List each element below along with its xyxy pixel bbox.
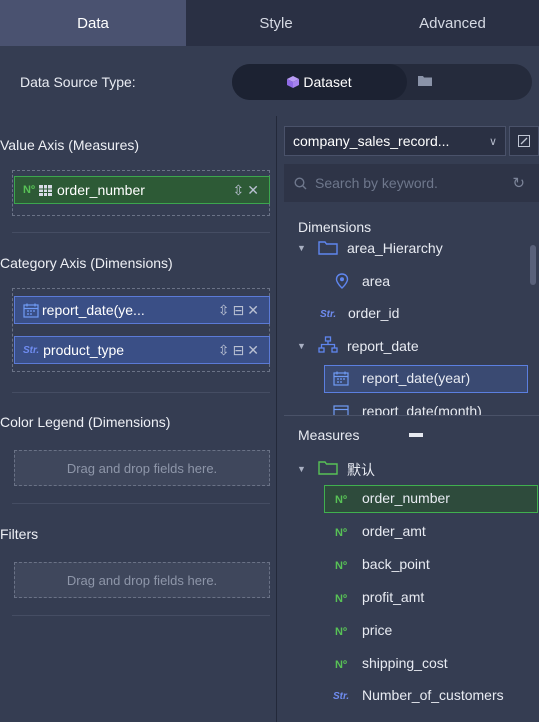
filters-dropzone[interactable]: Drag and drop fields here. <box>14 562 270 598</box>
tab-bar: Data Style Advanced <box>0 0 539 46</box>
remove-icon[interactable]: ✕ <box>247 302 259 319</box>
data-source-row: Data Source Type: Dataset <box>0 46 539 116</box>
field-actions: ⇳ ✕ <box>233 182 259 199</box>
partially-hidden-row: report_date(month) <box>277 399 539 415</box>
dataset-select[interactable]: company_sales_record... ∨ <box>284 126 506 156</box>
value-axis-field[interactable]: Nº order_number ⇳ ✕ <box>14 176 270 204</box>
caret-down-icon[interactable]: ▼ <box>297 341 306 351</box>
tab-data[interactable]: Data <box>0 0 186 46</box>
tree-item-report-date[interactable]: report_date <box>347 338 419 354</box>
tree-item-measure[interactable]: profit_amt <box>362 589 424 605</box>
dataset-option[interactable]: Dataset <box>232 64 407 100</box>
caret-down-icon[interactable]: ▼ <box>297 243 306 253</box>
category-axis-field-date[interactable]: report_date(ye... ⇳ ⊟ ✕ <box>14 296 270 324</box>
data-source-label: Data Source Type: <box>20 74 136 90</box>
number-badge: Nº <box>335 659 347 671</box>
dataset-option-label: Dataset <box>303 74 352 90</box>
refresh-icon[interactable]: ↻ <box>512 174 525 192</box>
folder-icon <box>318 461 338 475</box>
string-badge: Str. <box>333 691 350 702</box>
dimensions-scrollbar[interactable] <box>530 245 536 285</box>
category-axis-field-label: product_type <box>43 342 125 358</box>
calendar-icon <box>333 405 349 415</box>
color-legend-dropzone[interactable]: Drag and drop fields here. <box>14 450 270 486</box>
calendar-icon <box>333 371 349 386</box>
color-legend-title: Color Legend (Dimensions) <box>0 414 171 430</box>
filters-title: Filters <box>0 526 39 542</box>
chevron-down-icon: ∨ <box>488 136 497 148</box>
category-axis-field-product-type[interactable]: Str. product_type ⇳ ⊟ ✕ <box>14 336 270 364</box>
tree-item-measure[interactable]: Number_of_customers <box>362 687 504 703</box>
dataset-fields-panel <box>277 116 539 722</box>
tree-item-report-date-year[interactable]: report_date(year) <box>362 370 470 386</box>
data-source-toggle: Dataset <box>232 64 532 100</box>
string-badge: Str. <box>23 344 40 356</box>
field-actions: ⇳ ⊟ ✕ <box>218 302 259 319</box>
collapse-handle-icon[interactable] <box>409 433 423 437</box>
number-badge: Nº <box>335 593 347 605</box>
cube-icon <box>287 76 300 88</box>
value-axis-field-label: order_number <box>56 182 145 198</box>
table-icon <box>38 184 52 196</box>
field-search[interactable]: Search by keyword. ↻ <box>284 164 539 202</box>
edit-dataset-button[interactable] <box>509 126 539 156</box>
search-input[interactable]: Search by keyword. <box>315 175 438 191</box>
hierarchy-icon <box>318 336 338 353</box>
tree-item-order-id[interactable]: order_id <box>348 305 399 321</box>
tree-item-default-folder[interactable]: 默认 <box>347 460 375 480</box>
section-divider <box>12 615 270 616</box>
field-actions: ⇳ ⊟ ✕ <box>218 342 259 359</box>
section-divider <box>12 392 270 393</box>
tab-advanced[interactable]: Advanced <box>366 0 539 46</box>
tree-item-measure[interactable]: shipping_cost <box>362 655 448 671</box>
number-badge: Nº <box>23 184 35 196</box>
calendar-icon <box>23 303 39 318</box>
drill-icon[interactable]: ⊟ <box>233 302 245 319</box>
number-badge: Nº <box>335 527 347 539</box>
dataset-select-value: company_sales_record... <box>293 133 450 149</box>
tree-item-area[interactable]: area <box>362 273 390 289</box>
value-axis-title: Value Axis (Measures) <box>0 137 140 153</box>
folder-icon <box>318 241 338 255</box>
edit-icon <box>518 135 530 147</box>
caret-down-icon[interactable]: ▼ <box>297 464 306 474</box>
sort-icon[interactable]: ⇳ <box>233 182 245 199</box>
drill-icon[interactable]: ⊟ <box>233 342 245 359</box>
sort-icon[interactable]: ⇳ <box>218 342 230 359</box>
tree-item-report-date-month[interactable]: report_date(month) <box>362 403 482 415</box>
tree-item-measure[interactable]: price <box>362 622 392 638</box>
measures-title: Measures <box>298 427 360 443</box>
category-axis-field-label: report_date(ye... <box>42 302 145 318</box>
search-icon <box>294 176 307 189</box>
location-icon <box>335 273 349 289</box>
number-badge: Nº <box>335 560 347 572</box>
section-divider <box>12 503 270 504</box>
number-badge: Nº <box>335 626 347 638</box>
tree-item-area-hierarchy[interactable]: area_Hierarchy <box>347 240 443 256</box>
tree-item-measure[interactable]: order_number <box>362 490 450 506</box>
tree-item-measure[interactable]: order_amt <box>362 523 426 539</box>
remove-icon[interactable]: ✕ <box>247 182 259 199</box>
folder-icon[interactable] <box>418 75 432 86</box>
section-divider <box>12 232 270 233</box>
dimensions-measures-divider[interactable] <box>284 415 539 416</box>
tree-item-measure[interactable]: back_point <box>362 556 430 572</box>
sort-icon[interactable]: ⇳ <box>218 302 230 319</box>
category-axis-title: Category Axis (Dimensions) <box>0 255 173 271</box>
remove-icon[interactable]: ✕ <box>247 342 259 359</box>
number-badge: Nº <box>335 494 347 506</box>
tab-style[interactable]: Style <box>186 0 366 46</box>
string-badge: Str. <box>320 309 337 320</box>
dimensions-title: Dimensions <box>298 219 372 235</box>
